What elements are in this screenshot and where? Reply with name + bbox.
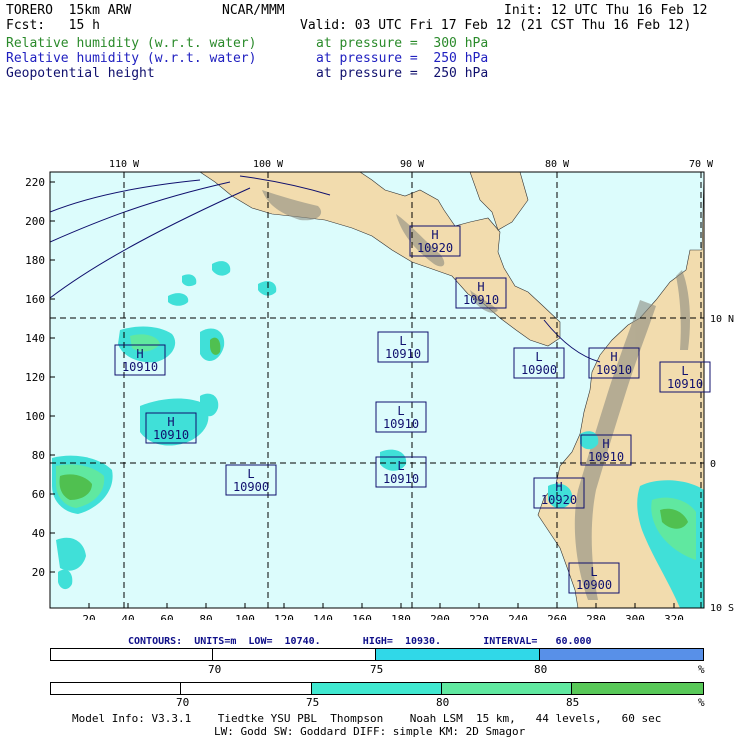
center-letter: L	[397, 404, 404, 418]
center-value: 10910	[588, 450, 624, 464]
center-letter: H	[610, 350, 617, 364]
center-value: 10910	[596, 363, 632, 377]
svg-text:220: 220	[25, 176, 45, 189]
field-3-level: at pressure = 250 hPa	[316, 66, 489, 81]
lat-label: 0	[710, 459, 716, 470]
center-value: 10910	[383, 472, 419, 486]
svg-text:120: 120	[25, 371, 45, 384]
model-title: TORERO 15km ARW	[6, 3, 132, 18]
colorbar2-unit: %	[698, 696, 705, 709]
forecast-hour: Fcst: 15 h	[6, 18, 100, 33]
svg-text:260: 260	[547, 613, 567, 620]
center-letter: H	[555, 480, 562, 494]
center-value: 10910	[383, 417, 419, 431]
lat-label: 10 N	[710, 314, 734, 325]
colorbar-rh-250	[50, 648, 704, 661]
svg-text:20: 20	[82, 613, 95, 620]
center-value: 10900	[233, 480, 269, 494]
svg-text:180: 180	[25, 254, 45, 267]
center-letter: L	[681, 364, 688, 378]
colorbar1-label: 80	[534, 663, 548, 676]
svg-text:220: 220	[469, 613, 489, 620]
svg-text:40: 40	[121, 613, 134, 620]
svg-text:60: 60	[32, 488, 45, 501]
svg-text:200: 200	[25, 215, 45, 228]
center-value: 10900	[521, 363, 557, 377]
colorbar2-label: 70	[176, 696, 190, 709]
field-1-level: at pressure = 300 hPa	[316, 36, 489, 51]
valid-time: Valid: 03 UTC Fri 17 Feb 12 (21 CST Thu …	[300, 18, 692, 33]
svg-text:240: 240	[508, 613, 528, 620]
center-letter: H	[602, 437, 609, 451]
lon-label: 80 W	[545, 159, 570, 170]
center-value: 10920	[417, 241, 453, 255]
center-letter: H	[136, 347, 143, 361]
svg-text:120: 120	[274, 613, 294, 620]
center-letter: L	[397, 459, 404, 473]
model-info: Model Info: V3.3.1 Tiedtke YSU PBL Thomp…	[72, 712, 662, 725]
colorbar1-unit: %	[698, 663, 705, 676]
center-value: 10900	[576, 578, 612, 592]
lon-label: 100 W	[253, 159, 284, 170]
colorbar1-label: 70	[208, 663, 222, 676]
svg-text:20: 20	[32, 566, 45, 579]
x-ticks: 20 40 60 80 100 120 140 160 180 200 220 …	[82, 613, 684, 620]
colorbar-rh-300	[50, 682, 704, 695]
lon-label: 90 W	[400, 159, 425, 170]
center-value: 10910	[385, 347, 421, 361]
svg-text:200: 200	[430, 613, 450, 620]
center-letter: L	[399, 334, 406, 348]
svg-text:160: 160	[352, 613, 372, 620]
lon-label: 70 W	[689, 159, 714, 170]
lon-label: 110 W	[109, 159, 140, 170]
svg-text:160: 160	[25, 293, 45, 306]
colorbar2-label: 85	[566, 696, 580, 709]
svg-text:100: 100	[235, 613, 255, 620]
svg-text:300: 300	[625, 613, 645, 620]
svg-text:100: 100	[25, 410, 45, 423]
svg-text:180: 180	[391, 613, 411, 620]
svg-text:140: 140	[313, 613, 333, 620]
svg-text:40: 40	[32, 527, 45, 540]
center-value: 10910	[667, 377, 703, 391]
field-2-level: at pressure = 250 hPa	[316, 51, 489, 66]
svg-text:80: 80	[32, 449, 45, 462]
colorbar2-label: 80	[436, 696, 450, 709]
lat-label: 10 S	[710, 603, 734, 614]
colorbar2-label: 75	[306, 696, 320, 709]
svg-text:80: 80	[199, 613, 212, 620]
center-letter: L	[535, 350, 542, 364]
center-name: NCAR/MMM	[222, 3, 285, 18]
center-value: 10910	[122, 360, 158, 374]
svg-text:140: 140	[25, 332, 45, 345]
center-letter: L	[247, 467, 254, 481]
svg-text:280: 280	[586, 613, 606, 620]
svg-text:320: 320	[664, 613, 684, 620]
contour-info: CONTOURS: UNITS=m LOW= 10740. HIGH= 1093…	[128, 636, 592, 647]
svg-text:60: 60	[160, 613, 173, 620]
center-letter: L	[590, 565, 597, 579]
init-time: Init: 12 UTC Thu 16 Feb 12	[504, 3, 708, 18]
center-value: 10910	[463, 293, 499, 307]
field-1-name: Relative humidity (w.r.t. water)	[6, 36, 257, 51]
center-letter: H	[431, 228, 438, 242]
center-value: 10920	[541, 493, 577, 507]
center-letter: H	[167, 415, 174, 429]
forecast-map: 110 W 100 W 90 W 80 W 70 W 10 N 0 10 S 2…	[25, 159, 734, 620]
center-letter: H	[477, 280, 484, 294]
colorbar1-label: 75	[370, 663, 384, 676]
y-ticks: 220 200 180 160 140 120 100 80 60 40 20	[25, 176, 45, 579]
center-value: 10910	[153, 428, 189, 442]
field-2-name: Relative humidity (w.r.t. water)	[6, 51, 257, 66]
field-3-name: Geopotential height	[6, 66, 155, 81]
physics-info: LW: Godd SW: Goddard DIFF: simple KM: 2D…	[214, 725, 526, 738]
